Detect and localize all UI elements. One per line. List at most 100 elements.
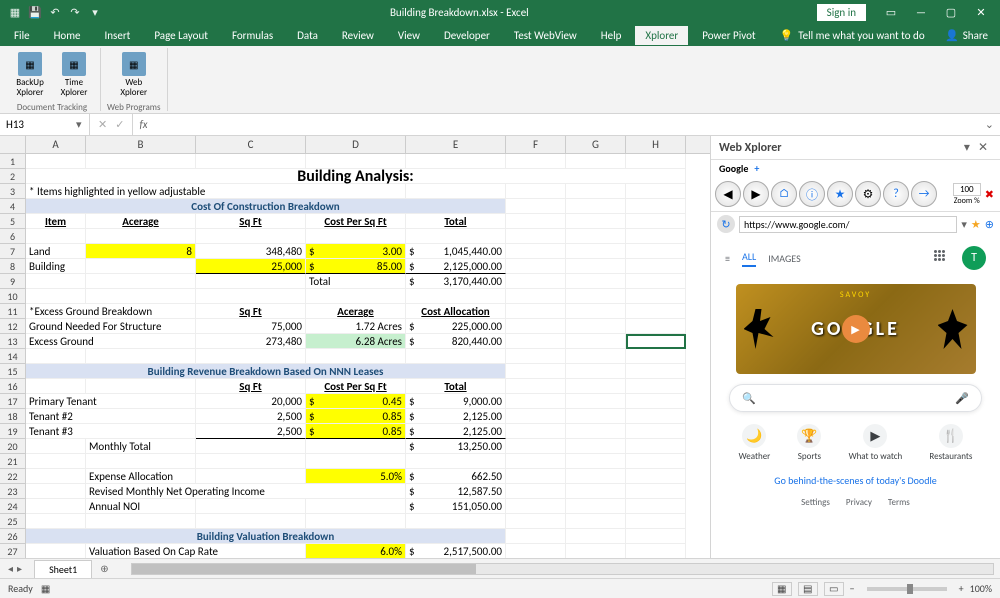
view-normal-icon[interactable]: ▦ — [772, 582, 792, 596]
voice-search-icon[interactable]: 🎤 — [955, 392, 969, 405]
cell-D8[interactable]: $85.00 — [306, 259, 406, 274]
minimize-icon[interactable]: — — [906, 0, 936, 24]
nav-help-icon[interactable]: ? — [883, 181, 909, 207]
cell-G26[interactable] — [566, 529, 626, 544]
cell-F26[interactable] — [506, 529, 566, 544]
cell-E17[interactable]: $9,000.00 — [406, 394, 506, 409]
zoom-in-icon[interactable]: + — [959, 582, 964, 595]
row-header[interactable]: 9 — [0, 274, 26, 289]
cell-G5[interactable] — [566, 214, 626, 229]
cell-A17[interactable]: Primary Tenant — [26, 394, 196, 409]
cell-F18[interactable] — [506, 409, 566, 424]
row-header[interactable]: 17 — [0, 394, 26, 409]
cell-C9[interactable] — [196, 274, 306, 289]
cell-A26[interactable]: Building Valuation Breakdown — [26, 529, 506, 544]
ribbon-button-backup-xplorer[interactable]: ▦BackUpXplorer — [10, 50, 50, 100]
bookmark-icon[interactable]: ★ — [971, 218, 981, 231]
zoom-out-icon[interactable]: − — [850, 582, 855, 595]
cell-D24[interactable] — [306, 499, 406, 514]
cell-B21[interactable] — [86, 454, 196, 469]
cell-B5[interactable]: Acerage — [86, 214, 196, 229]
cell-D6[interactable] — [306, 229, 406, 244]
ribbon-tab-page-layout[interactable]: Page Layout — [144, 26, 218, 45]
formula-expand-icon[interactable]: ⌄ — [979, 118, 1000, 131]
column-header-E[interactable]: E — [406, 136, 506, 153]
browser-tab-google[interactable]: Google — [719, 162, 748, 175]
ribbon-button-time-xplorer[interactable]: ▦TimeXplorer — [54, 50, 94, 100]
address-bar[interactable] — [739, 216, 957, 233]
cell-F1[interactable] — [506, 154, 566, 169]
cell-C6[interactable] — [196, 229, 306, 244]
cell-A11[interactable]: *Excess Ground Breakdown — [26, 304, 196, 319]
view-layout-icon[interactable]: ▤ — [798, 582, 818, 596]
name-box-dropdown-icon[interactable]: ▾ — [76, 118, 82, 131]
cell-H26[interactable] — [626, 529, 686, 544]
cell-G14[interactable] — [566, 349, 626, 364]
zoom-slider[interactable] — [867, 587, 947, 591]
cell-D19[interactable]: $0.85 — [306, 424, 406, 439]
cell-F16[interactable] — [506, 379, 566, 394]
cell-H27[interactable] — [626, 544, 686, 558]
cell-C14[interactable] — [196, 349, 306, 364]
select-all-corner[interactable] — [0, 136, 26, 153]
cell-B16[interactable] — [86, 379, 196, 394]
column-header-G[interactable]: G — [566, 136, 626, 153]
panel-dropdown-icon[interactable]: ▾ — [960, 140, 974, 155]
cell-G3[interactable] — [566, 184, 626, 199]
cell-D13[interactable]: 6.28 Acres — [306, 334, 406, 349]
nav-back-icon[interactable]: ◀ — [715, 181, 741, 207]
cell-E10[interactable] — [406, 289, 506, 304]
column-header-H[interactable]: H — [626, 136, 686, 153]
cell-G1[interactable] — [566, 154, 626, 169]
cell-B10[interactable] — [86, 289, 196, 304]
cell-G12[interactable] — [566, 319, 626, 334]
cell-F10[interactable] — [506, 289, 566, 304]
cell-G25[interactable] — [566, 514, 626, 529]
cell-C18[interactable]: 2,500 — [196, 409, 306, 424]
footer-link-privacy[interactable]: Privacy — [846, 497, 872, 508]
cell-E3[interactable] — [406, 184, 506, 199]
cell-B22[interactable]: Expense Allocation — [86, 469, 196, 484]
cell-D5[interactable]: Cost Per Sq Ft — [306, 214, 406, 229]
cell-B1[interactable] — [86, 154, 196, 169]
cell-B23[interactable]: Revised Monthly Net Operating Income — [86, 484, 406, 499]
cell-F8[interactable] — [506, 259, 566, 274]
cell-H19[interactable] — [626, 424, 686, 439]
ribbon-tab-power-pivot[interactable]: Power Pivot — [692, 26, 765, 45]
cell-G17[interactable] — [566, 394, 626, 409]
cell-G16[interactable] — [566, 379, 626, 394]
row-header[interactable]: 10 — [0, 289, 26, 304]
cell-C5[interactable]: Sq Ft — [196, 214, 306, 229]
cell-E22[interactable]: $662.50 — [406, 469, 506, 484]
nav-favorites-icon[interactable]: ★ — [827, 181, 853, 207]
cell-C8[interactable]: 25,000 — [196, 259, 306, 274]
cell-C7[interactable]: 348,480 — [196, 244, 306, 259]
cell-F6[interactable] — [506, 229, 566, 244]
cell-H12[interactable] — [626, 319, 686, 334]
column-header-D[interactable]: D — [306, 136, 406, 153]
cell-G7[interactable] — [566, 244, 626, 259]
cell-B9[interactable] — [86, 274, 196, 289]
google-tab-all[interactable]: ALL — [742, 250, 756, 267]
confirm-formula-icon[interactable]: ✓ — [115, 118, 124, 131]
ribbon-tab-xplorer[interactable]: Xplorer — [635, 26, 688, 45]
cell-E19[interactable]: $2,125.00 — [406, 424, 506, 439]
cell-B27[interactable]: Valuation Based On Cap Rate — [86, 544, 306, 558]
cell-A16[interactable] — [26, 379, 86, 394]
cell-C19[interactable]: 2,500 — [196, 424, 306, 439]
cell-A19[interactable]: Tenant #3 — [26, 424, 196, 439]
cell-F11[interactable] — [506, 304, 566, 319]
cell-H1[interactable] — [626, 154, 686, 169]
nav-forward-icon[interactable]: ▶ — [743, 181, 769, 207]
cell-F5[interactable] — [506, 214, 566, 229]
cell-H5[interactable] — [626, 214, 686, 229]
cell-G8[interactable] — [566, 259, 626, 274]
cell-G11[interactable] — [566, 304, 626, 319]
cell-H25[interactable] — [626, 514, 686, 529]
row-header[interactable]: 21 — [0, 454, 26, 469]
ribbon-tab-file[interactable]: File — [4, 26, 40, 45]
add-sheet-icon[interactable]: ⊕ — [92, 562, 116, 575]
cell-D10[interactable] — [306, 289, 406, 304]
cell-D27[interactable]: 6.0% — [306, 544, 406, 558]
cell-A2[interactable]: Building Analysis: — [26, 169, 686, 184]
